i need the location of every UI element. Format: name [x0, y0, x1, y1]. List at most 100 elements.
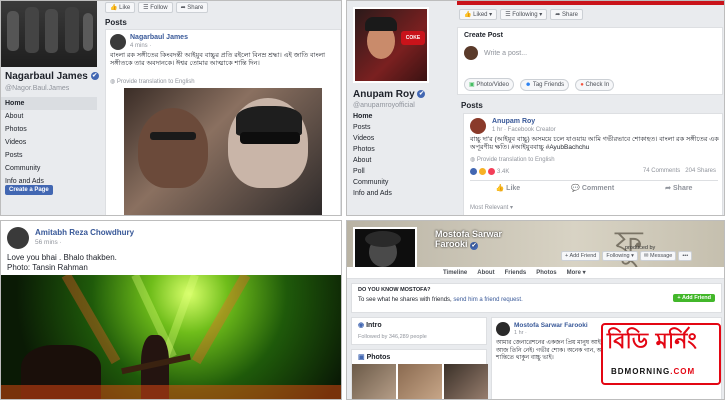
post-avatar[interactable] — [110, 34, 126, 50]
create-post-title: Create Post — [464, 32, 503, 39]
create-page-button[interactable]: Create a Page — [5, 185, 53, 195]
intro-title: ◉ Intro — [358, 322, 382, 329]
globe-icon: ◉ — [358, 322, 365, 329]
post-author[interactable]: Nagarbaul James — [130, 34, 188, 41]
nav-photos[interactable]: Photos — [1, 123, 97, 136]
add-friend-blue-button[interactable]: + Add Friend — [673, 294, 715, 302]
profile-actions: + Add Friend Following ▾ ✉ Message ••• — [561, 251, 693, 261]
nav-posts[interactable]: Posts — [347, 122, 447, 133]
nav-posts[interactable]: Posts — [1, 149, 97, 162]
nav-about[interactable]: About — [1, 110, 97, 123]
profile-name[interactable]: Mostofa Sarwar Farooki ✔ — [435, 229, 502, 250]
add-friend-button[interactable]: + Add Friend — [561, 251, 601, 261]
page-name[interactable]: Nagarbaul James ✔ — [5, 71, 99, 82]
composer-actions: ▣ Photo/Video ☻ Tag Friends ● Check In — [464, 78, 615, 91]
photo-thumb-3[interactable] — [444, 364, 488, 399]
post-author[interactable]: Anupam Roy — [492, 118, 535, 125]
nav-poll[interactable]: Poll — [347, 166, 447, 177]
verified-icon: ✔ — [470, 242, 479, 250]
nav-videos[interactable]: Videos — [347, 133, 447, 144]
create-post-card: Create Post Write a post... ▣ Photo/Vide… — [457, 27, 723, 95]
post-time[interactable]: 4 mins · — [130, 43, 151, 49]
thumbs-up-icon: 👍 — [464, 12, 472, 18]
bdmorning-watermark: বিডি মর্নিং BDMORNING.COM — [601, 323, 721, 385]
profile-tabs: Timeline About Friends Photos More ▾ — [347, 267, 724, 279]
send-request-link[interactable]: send him a friend request. — [453, 297, 522, 303]
most-relevant-dropdown[interactable]: Most Relevant ▾ — [470, 204, 513, 211]
share-icon: ➦ — [180, 5, 186, 11]
concert-photo[interactable] — [1, 275, 341, 399]
nav-videos[interactable]: Videos — [1, 136, 97, 149]
like-button[interactable]: 👍 Like — [496, 184, 521, 192]
tag-icon: ☻ — [524, 81, 532, 88]
messenger-icon: ✉ — [643, 253, 649, 259]
photo-video-button[interactable]: ▣ Photo/Video — [464, 78, 514, 91]
post-avatar[interactable] — [496, 322, 510, 336]
rss-icon: ☰ — [505, 12, 511, 18]
reaction-summary[interactable]: 3.4K — [470, 168, 509, 175]
side-nav: Home About Photos Videos Posts Community… — [1, 97, 97, 188]
panel-mostofa-farooki: ফু produced by Mostofa Sarwar Farooki ✔ … — [346, 220, 725, 400]
translate-link[interactable]: ◍ Provide translation to English — [470, 156, 555, 163]
friend-request-card: DO YOU KNOW MOSTOFA? To see what he shar… — [351, 283, 722, 313]
panel-amitabh-reza: Amitabh Reza Chowdhury 56 mins · Love yo… — [0, 220, 342, 400]
sad-reaction-icon — [479, 168, 486, 175]
tab-timeline[interactable]: Timeline — [443, 270, 467, 276]
translate-link[interactable]: ◍ Provide translation to English — [110, 78, 195, 85]
tab-friends[interactable]: Friends — [505, 270, 527, 276]
cover-strip — [457, 1, 724, 5]
tab-more[interactable]: More ▾ — [567, 269, 586, 276]
nav-info-ads[interactable]: Info and Ads — [347, 188, 447, 199]
share-button[interactable]: ➦ Share — [550, 9, 584, 20]
nav-about[interactable]: About — [347, 155, 447, 166]
page-handle: @anupamroyofficial — [353, 102, 415, 109]
comment-button[interactable]: 💬 Comment — [571, 184, 614, 192]
engagement-counts[interactable]: 74 Comments 204 Shares — [643, 168, 716, 174]
add-user-icon: + — [677, 295, 681, 301]
nav-community[interactable]: Community — [1, 162, 97, 175]
liked-button[interactable]: 👍 Liked ▾ — [459, 9, 498, 20]
panel-nagarbaul-james: Nagarbaul James ✔ @Nagor.Baul.James Home… — [0, 0, 342, 216]
side-nav: Home Posts Videos Photos About Poll Comm… — [347, 111, 447, 199]
post-author[interactable]: Mostofa Sarwar Farooki — [514, 322, 588, 329]
check-in-button[interactable]: ● Check In — [575, 78, 615, 91]
more-options-button[interactable]: ••• — [678, 251, 693, 261]
photo-thumb-1[interactable] — [352, 364, 396, 399]
message-button[interactable]: ✉ Message — [639, 251, 677, 261]
tag-friends-button[interactable]: ☻ Tag Friends — [519, 78, 570, 91]
tab-about[interactable]: About — [477, 270, 494, 276]
post-avatar[interactable] — [7, 227, 29, 249]
globe-icon: ◍ — [470, 157, 476, 163]
add-user-icon: + — [565, 253, 569, 259]
rss-icon: ☰ — [143, 5, 149, 11]
post-photo[interactable] — [124, 88, 322, 215]
write-post-input[interactable]: Write a post... — [484, 50, 527, 57]
do-you-know-label: DO YOU KNOW MOSTOFA? — [358, 287, 431, 293]
post-author[interactable]: Amitabh Reza Chowdhury — [35, 228, 134, 237]
like-page-button[interactable]: 👍 Like — [105, 2, 136, 13]
nav-community[interactable]: Community — [347, 177, 447, 188]
post-time[interactable]: 1 hr · — [514, 330, 527, 336]
post-text: বাংলা রক সঙ্গীতের কিংবদন্তী আইয়ুব বাচ্চ… — [110, 52, 326, 67]
photos-card: ▣ Photos — [351, 349, 488, 399]
nav-home[interactable]: Home — [347, 111, 447, 122]
thumbs-up-icon: 👍 — [495, 185, 505, 192]
following-button[interactable]: Following ▾ — [602, 251, 638, 261]
post-time[interactable]: 56 mins · — [35, 239, 62, 246]
post-text: বাচ্চু দা'র (আইয়ুব বাচ্চু) অসময়ে চলে য… — [470, 136, 719, 151]
nav-home[interactable]: Home — [1, 97, 97, 110]
share-button[interactable]: ➦ Share — [175, 2, 209, 13]
profile-photo[interactable]: COKE — [353, 7, 429, 83]
location-pin-icon: ● — [580, 81, 584, 88]
photo-icon: ▣ — [358, 354, 365, 361]
thumbs-up-icon: 👍 — [110, 5, 118, 11]
photo-thumb-2[interactable] — [398, 364, 442, 399]
page-name[interactable]: Anupam Roy ✔ — [353, 89, 426, 100]
nav-photos[interactable]: Photos — [347, 144, 447, 155]
tab-photos[interactable]: Photos — [536, 270, 556, 276]
follow-button[interactable]: ☰ Follow — [138, 2, 173, 13]
post-avatar[interactable] — [470, 118, 486, 134]
verified-icon: ✔ — [417, 90, 426, 99]
following-button[interactable]: ☰ Following ▾ — [500, 9, 548, 20]
share-post-button[interactable]: ➦ Share — [665, 184, 692, 192]
